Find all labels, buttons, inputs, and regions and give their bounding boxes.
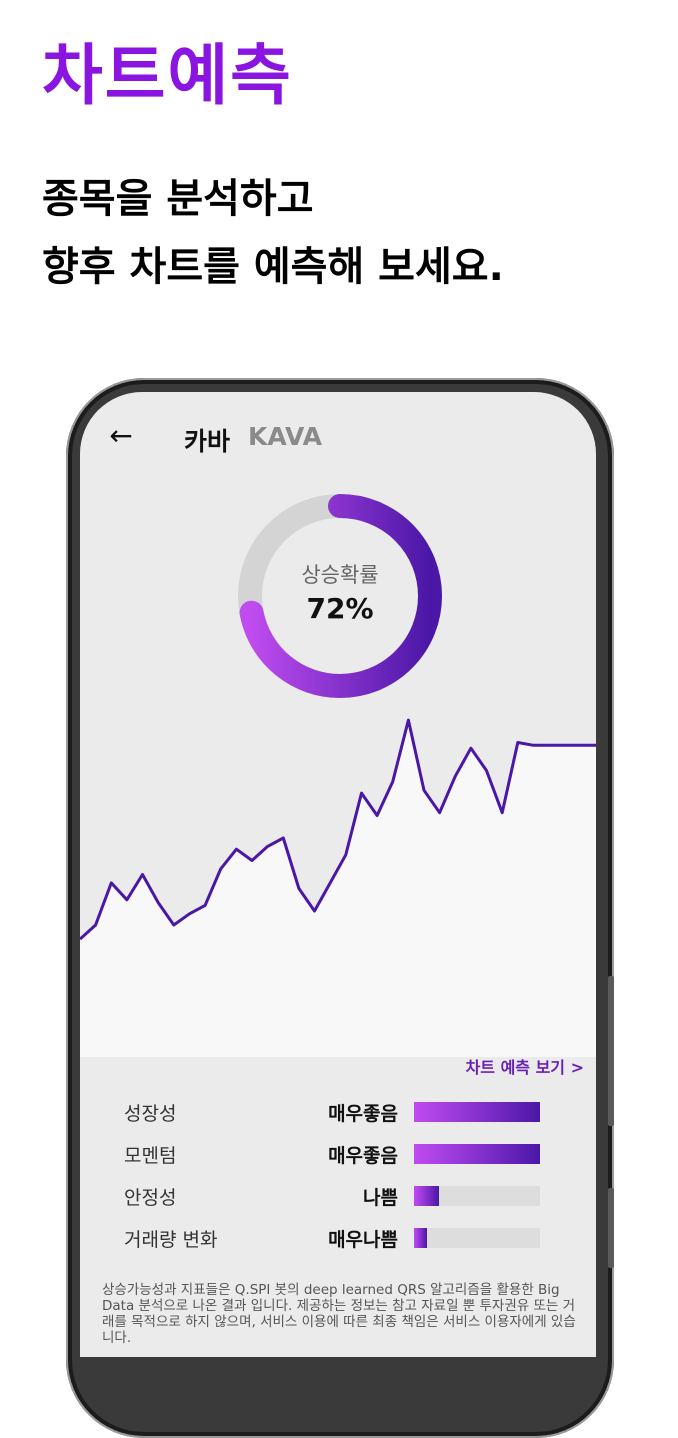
metric-label: 모멘텀 — [124, 1145, 177, 1167]
metric-bar-fill — [414, 1228, 427, 1248]
subtitle-line-2: 향후 차트를 예측해 보세요. — [42, 244, 504, 290]
app-header: ← 카바 KAVA — [80, 392, 596, 482]
metric-bar — [414, 1228, 540, 1248]
metric-bar — [414, 1102, 540, 1122]
metric-row-momentum: 모멘텀 매우좋음 — [80, 1138, 596, 1168]
metric-bar — [414, 1144, 540, 1164]
metric-bar-fill — [414, 1186, 440, 1206]
probability-label: 상승확률 — [301, 563, 379, 587]
phone-side-button — [608, 976, 614, 1126]
view-prediction-link[interactable]: 차트 예측 보기 > — [466, 1054, 584, 1078]
metric-rating: 매우좋음 — [328, 1103, 398, 1125]
metric-row-volume-change: 거래량 변화 매우나쁨 — [80, 1222, 596, 1252]
coin-ticker: KAVA — [248, 422, 323, 451]
coin-name: 카바 — [184, 427, 231, 456]
price-line-chart — [80, 718, 596, 1057]
metric-bar-fill — [414, 1102, 540, 1122]
page-subtitle: 종목을 분석하고 향후 차트를 예측해 보세요. — [42, 165, 504, 301]
page-title: 차트예측 — [42, 37, 293, 114]
probability-value: 72% — [306, 592, 374, 625]
phone-side-button — [608, 1188, 614, 1268]
metric-rating: 매우나쁨 — [328, 1229, 398, 1251]
metric-row-growth: 성장성 매우좋음 — [80, 1096, 596, 1126]
metric-label: 거래량 변화 — [124, 1229, 218, 1251]
chart-lower-fill — [80, 720, 596, 1057]
phone-screen: ← 카바 KAVA 상승확률 72% 차트 예측 보기 > 성장성 매우좋음 모… — [80, 392, 596, 1357]
arrow-left-icon[interactable]: ← — [106, 418, 136, 454]
metric-label: 성장성 — [124, 1103, 177, 1125]
metric-rating: 나쁨 — [363, 1187, 398, 1209]
metric-rating: 매우좋음 — [328, 1145, 398, 1167]
analysis-panel: 차트 예측 보기 > 성장성 매우좋음 모멘텀 매우좋음 안정성 나쁨 거래량 … — [80, 1032, 596, 1357]
metric-bar — [414, 1186, 540, 1206]
subtitle-line-1: 종목을 분석하고 — [42, 176, 314, 222]
disclaimer-text: 상승가능성과 지표들은 Q.SPI 봇의 deep learned QRS 알고… — [102, 1282, 576, 1346]
metric-row-stability: 안정성 나쁨 — [80, 1180, 596, 1210]
metric-bar-fill — [414, 1144, 540, 1164]
metric-label: 안정성 — [124, 1187, 177, 1209]
